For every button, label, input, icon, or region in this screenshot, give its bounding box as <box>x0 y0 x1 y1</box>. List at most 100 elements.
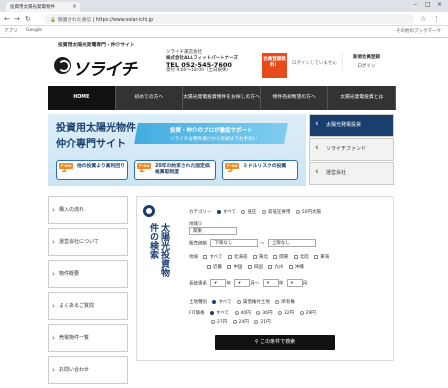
radio-icon[interactable] <box>212 299 217 304</box>
maximize-icon[interactable]: □ <box>425 1 431 8</box>
radio-icon[interactable] <box>254 319 259 324</box>
checkbox-icon[interactable] <box>207 264 211 269</box>
company-info: ソライチ運営会社 株式会社ALLフィットパートナーズ TEL 052-545-7… <box>166 50 238 74</box>
radio-icon[interactable] <box>241 209 246 214</box>
checkbox-icon[interactable] <box>268 264 273 269</box>
radio-icon[interactable] <box>232 319 237 324</box>
url-input[interactable]: 🔒 保護された通信 | https://www.solar-ichi.jp <box>44 14 414 24</box>
browser-tab[interactable]: 投資用太陽光発電物件 × <box>6 2 80 12</box>
search-submit-button[interactable]: ⚲ この条件で検索 <box>215 335 335 350</box>
point-3: Point 3 ミドルリスクの投資 <box>222 160 298 180</box>
point-2: Point 2 20年の約束された固定価格買取制度 <box>134 160 216 180</box>
radio-icon[interactable] <box>277 310 282 315</box>
category-row: カテゴリー すべて 低圧 高低圧併用 50円太陽 <box>189 209 321 215</box>
register-free-button[interactable]: 会員登録無料！ <box>262 53 287 78</box>
close-window-icon[interactable]: × <box>437 1 442 8</box>
forward-icon[interactable]: → <box>14 15 20 23</box>
leftnav-contact[interactable]: お問い合わせ <box>48 356 128 384</box>
year-from-select[interactable]: ▾ <box>210 279 227 287</box>
tab-solar-investment[interactable]: 太陽光発電投資 <box>309 114 394 137</box>
area-select[interactable]: 関東 <box>189 227 237 235</box>
nav-first-time[interactable]: 初めての方へ <box>116 86 184 110</box>
radio-icon[interactable] <box>261 209 266 214</box>
back-icon[interactable]: ← <box>4 15 10 23</box>
search-button-label: この条件で検索 <box>260 339 296 345</box>
fit-label: FIT価格 <box>189 311 205 316</box>
bookmark-google[interactable]: Google <box>26 28 42 33</box>
browser-chrome: 投資用太陽光発電物件 × – □ × ← → ↻ 🔒 保護された通信 | htt… <box>0 0 448 38</box>
reload-icon[interactable]: ↻ <box>25 15 31 23</box>
star-icon[interactable]: ☆ <box>420 15 426 23</box>
address-bar-row: ← → ↻ 🔒 保護された通信 | https://www.solar-ichi… <box>0 12 448 26</box>
tab-company[interactable]: 運営会社 <box>309 162 394 185</box>
business-hours: 受付 9:00〜18:00（土日祝休） <box>166 68 232 73</box>
radio-icon[interactable] <box>275 299 280 304</box>
land-type-opt: 賃借権付土地 <box>242 300 270 305</box>
fit-opt: 21円 <box>260 320 271 325</box>
hero-side-tabs: 太陽光発電投資 ソライチファンド 運営会社 <box>309 114 394 186</box>
fit-opt: 24円 <box>238 320 249 325</box>
nav-sellers[interactable]: 物件売却希望の方へ <box>261 86 329 110</box>
nav-buyers[interactable]: 太陽光発電投資物件をお探しの方へ <box>183 86 261 110</box>
leftnav-purchase-flow[interactable]: 購入の流れ <box>48 196 128 224</box>
radio-icon[interactable] <box>210 310 215 315</box>
menu-icon[interactable]: ⋮ <box>433 15 440 23</box>
region-opt: すべて <box>209 255 223 260</box>
price-min-select[interactable]: 下限なし <box>210 239 259 247</box>
bookmark-other[interactable]: その他のブックマーク <box>396 28 441 34</box>
price-row: 販売価格 下限なし 〜 上限なし <box>189 239 316 247</box>
year-to-select[interactable]: ▾ <box>262 279 279 287</box>
point-number: 2 <box>139 165 146 175</box>
leftnav-faq[interactable]: よくあるご質問 <box>48 292 128 320</box>
checkbox-icon[interactable] <box>273 254 278 259</box>
land-type-row: 土地種別 すべて 賃借権付土地 所有権 <box>189 299 295 305</box>
nav-home[interactable]: HOME <box>48 86 116 110</box>
radio-icon[interactable] <box>211 319 215 324</box>
checkbox-icon[interactable] <box>247 264 252 269</box>
checkbox-icon[interactable] <box>227 264 232 269</box>
month-to-select[interactable]: ▾ <box>286 279 303 287</box>
land-type-opt: すべて <box>218 300 232 305</box>
lock-icon: 🔒 <box>50 18 56 23</box>
close-tab-icon[interactable]: × <box>72 3 77 10</box>
minimize-icon[interactable]: – <box>414 1 417 8</box>
radio-icon[interactable] <box>236 299 241 304</box>
region-row: 地域 すべて 北海道 東北 関東 北陸 東海 近畿 中国 四国 九州 沖縄 <box>189 253 329 273</box>
checkbox-icon[interactable] <box>293 254 298 259</box>
hero-banner[interactable]: 投資用太陽光物件 仲介専門サイト 投資・仲介のプロが徹底サポート ソライチは物件… <box>48 114 306 186</box>
price-max-select[interactable]: 上限なし <box>267 239 316 247</box>
region-opt: 関東 <box>279 255 289 260</box>
point-text: 20年の約束された固定価格買取制度 <box>155 164 210 175</box>
radio-icon[interactable] <box>256 310 261 315</box>
radio-icon[interactable] <box>234 310 239 315</box>
radio-icon[interactable] <box>295 209 300 214</box>
checkbox-icon[interactable] <box>314 254 319 259</box>
url-text: https://www.solar-ichi.jp <box>95 18 154 23</box>
leftnav-property-overview[interactable]: 物件概要 <box>48 260 128 288</box>
point-text: ミドルリスクの投資 <box>243 164 287 169</box>
checkbox-icon[interactable] <box>203 254 208 259</box>
hero-title-2: 仲介専門サイト <box>56 139 126 150</box>
checkbox-icon[interactable] <box>252 254 257 259</box>
logo-icon[interactable] <box>54 57 71 74</box>
checkbox-icon[interactable] <box>288 264 293 269</box>
site-tagline: 投資用太陽光発電専門・仲介サイト <box>58 43 135 48</box>
site-logo[interactable]: ソライチ <box>72 55 137 80</box>
bookmark-apps[interactable]: アプリ <box>4 28 18 34</box>
price-separator: 〜 <box>259 241 265 247</box>
register-link[interactable]: 新規会員登録 <box>342 53 390 62</box>
leftnav-company[interactable]: 運営会社について <box>48 228 128 256</box>
login-link[interactable]: ログイン <box>342 62 390 71</box>
point-number: 1 <box>61 165 68 175</box>
bookmark-bar: アプリ Google その他のブックマーク <box>0 26 448 37</box>
nav-about-solar[interactable]: 太陽光発電投資とは <box>328 86 397 110</box>
leftnav-sold-list[interactable]: 売電物件一覧 <box>48 324 128 352</box>
secure-label: 保護された通信 <box>57 18 92 23</box>
point-1: Point 1 他の投資より高利回り <box>56 160 128 180</box>
radio-icon[interactable] <box>216 209 221 214</box>
checkbox-icon[interactable] <box>227 254 232 259</box>
radio-icon[interactable] <box>299 310 304 315</box>
left-nav: 購入の流れ 運営会社について 物件概要 よくあるご質問 売電物件一覧 お問い合わ… <box>48 196 128 388</box>
tab-solaichi-fund[interactable]: ソライチファンド <box>309 138 394 161</box>
month-from-select[interactable]: ▾ <box>234 279 251 287</box>
